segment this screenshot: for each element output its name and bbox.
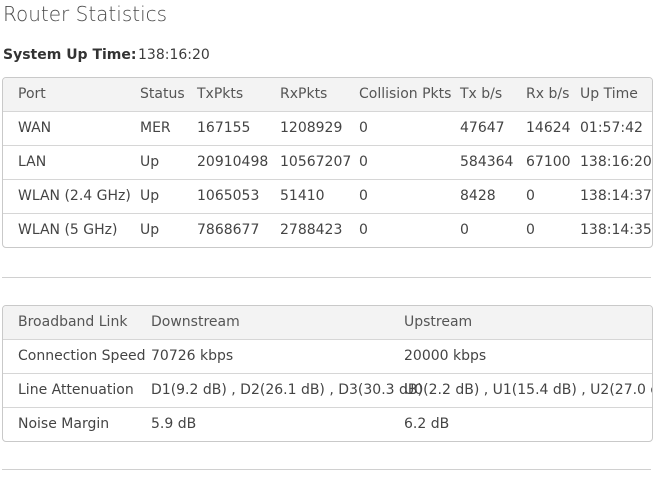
broadband-upstream: U0(2.2 dB) , U1(15.4 dB) , U2(27.0 dB) — [404, 382, 653, 398]
page-title: Router Statistics — [3, 2, 168, 26]
port-status: Up — [140, 188, 160, 204]
broadband-metric-label: Noise Margin — [18, 416, 110, 432]
port-collision: 0 — [359, 222, 368, 238]
broadband-metric-label: Connection Speed — [18, 348, 146, 364]
port-name: WAN — [18, 120, 52, 136]
port-tx-bps: 584364 — [460, 154, 514, 170]
port-rx-bps: 0 — [526, 222, 535, 238]
port-up-time: 138:16:20 — [580, 154, 652, 170]
port-up-time: 01:57:42 — [580, 120, 643, 136]
section-divider — [2, 277, 651, 278]
port-txpkts: 20910498 — [197, 154, 269, 170]
port-rxpkts: 10567207 — [280, 154, 352, 170]
header-collision-pkts: Collision Pkts — [359, 86, 452, 102]
broadband-link-table: Broadband Link Downstream Upstream Conne… — [2, 305, 653, 442]
table-row: Line Attenuation D1(9.2 dB) , D2(26.1 dB… — [3, 373, 652, 407]
port-up-time: 138:14:37 — [580, 188, 652, 204]
header-txpkts: TxPkts — [197, 86, 244, 102]
port-txpkts: 1065053 — [197, 188, 260, 204]
port-rx-bps: 67100 — [526, 154, 571, 170]
header-tx-bps: Tx b/s — [460, 86, 503, 102]
port-statistics-table: Port Status TxPkts RxPkts Collision Pkts… — [2, 77, 653, 248]
table-row: Connection Speed 70726 kbps 20000 kbps — [3, 339, 652, 373]
port-txpkts: 167155 — [197, 120, 251, 136]
table-header-row: Broadband Link Downstream Upstream — [3, 306, 652, 339]
port-status: MER — [140, 120, 171, 136]
header-downstream: Downstream — [151, 314, 240, 330]
port-name: WLAN (5 GHz) — [18, 222, 118, 238]
port-rxpkts: 2788423 — [280, 222, 343, 238]
table-row: Noise Margin 5.9 dB 6.2 dB — [3, 407, 652, 441]
system-uptime-value: 138:16:20 — [138, 47, 210, 63]
port-status: Up — [140, 222, 160, 238]
header-upstream: Upstream — [404, 314, 473, 330]
broadband-metric-label: Line Attenuation — [18, 382, 134, 398]
port-status: Up — [140, 154, 160, 170]
port-rx-bps: 14624 — [526, 120, 571, 136]
port-tx-bps: 0 — [460, 222, 469, 238]
header-rxpkts: RxPkts — [280, 86, 328, 102]
header-rx-bps: Rx b/s — [526, 86, 570, 102]
port-name: WLAN (2.4 GHz) — [18, 188, 131, 204]
port-tx-bps: 8428 — [460, 188, 496, 204]
header-status: Status — [140, 86, 185, 102]
broadband-downstream: 70726 kbps — [151, 348, 234, 364]
broadband-upstream: 20000 kbps — [404, 348, 487, 364]
port-txpkts: 7868677 — [197, 222, 260, 238]
port-tx-bps: 47647 — [460, 120, 505, 136]
port-collision: 0 — [359, 154, 368, 170]
section-divider — [2, 469, 651, 470]
port-rxpkts: 51410 — [280, 188, 325, 204]
broadband-downstream: D1(9.2 dB) , D2(26.1 dB) , D3(30.3 dB) — [151, 382, 423, 398]
table-row: LAN Up 20910498 10567207 0 584364 67100 … — [3, 145, 652, 179]
port-collision: 0 — [359, 120, 368, 136]
table-row: WLAN (5 GHz) Up 7868677 2788423 0 0 0 13… — [3, 213, 652, 247]
port-up-time: 138:14:35 — [580, 222, 652, 238]
header-port: Port — [18, 86, 46, 102]
header-broadband-link: Broadband Link — [18, 314, 128, 330]
broadband-downstream: 5.9 dB — [151, 416, 197, 432]
table-row: WAN MER 167155 1208929 0 47647 14624 01:… — [3, 111, 652, 145]
port-name: LAN — [18, 154, 47, 170]
table-header-row: Port Status TxPkts RxPkts Collision Pkts… — [3, 78, 652, 111]
port-collision: 0 — [359, 188, 368, 204]
port-rxpkts: 1208929 — [280, 120, 343, 136]
broadband-upstream: 6.2 dB — [404, 416, 450, 432]
header-up-time: Up Time — [580, 86, 638, 102]
table-row: WLAN (2.4 GHz) Up 1065053 51410 0 8428 0… — [3, 179, 652, 213]
system-uptime-label: System Up Time: — [3, 47, 137, 63]
port-rx-bps: 0 — [526, 188, 535, 204]
